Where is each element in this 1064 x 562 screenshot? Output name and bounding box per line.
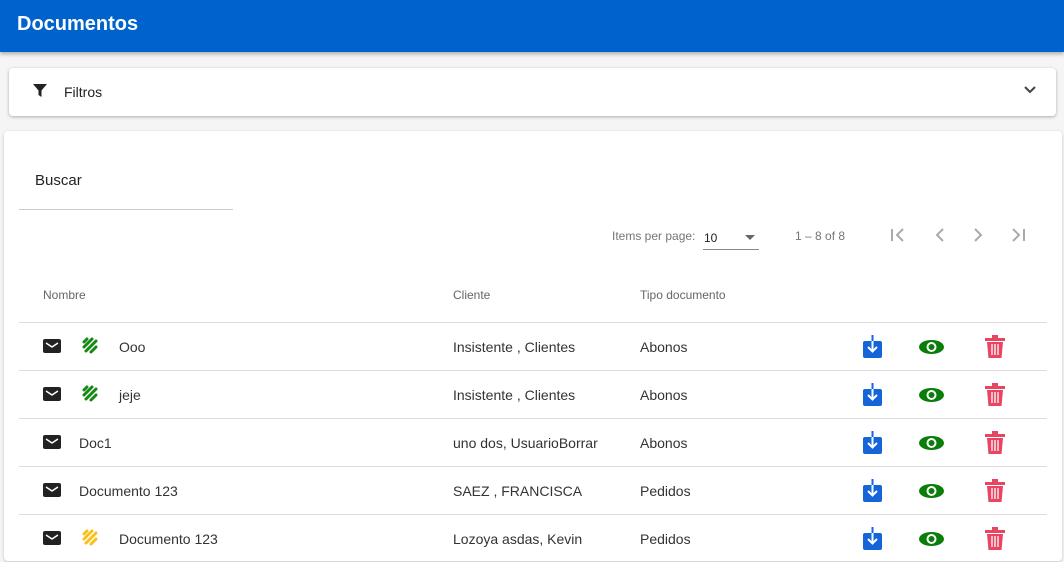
search-input[interactable]: Buscar bbox=[19, 161, 233, 210]
client-name: uno dos, UsuarioBorrar bbox=[453, 435, 598, 451]
delete-icon[interactable] bbox=[985, 335, 1005, 358]
view-icon[interactable] bbox=[919, 340, 944, 354]
filter-icon bbox=[33, 84, 47, 97]
chevron-down-icon[interactable] bbox=[1024, 86, 1036, 94]
column-header-cliente[interactable]: Cliente bbox=[453, 288, 490, 302]
client-name: Insistente , Clientes bbox=[453, 387, 576, 403]
view-icon[interactable] bbox=[919, 532, 944, 546]
client-name: Insistente , Clientes bbox=[453, 339, 576, 355]
document-type: Pedidos bbox=[640, 531, 691, 547]
delete-icon[interactable] bbox=[985, 527, 1005, 550]
client-name: SAEZ , FRANCISCA bbox=[453, 483, 583, 499]
column-header-tipo[interactable]: Tipo documento bbox=[640, 288, 726, 302]
mail-icon[interactable] bbox=[43, 531, 61, 545]
first-page-icon[interactable] bbox=[890, 227, 906, 243]
table-row: Documento 123 Lozoya asdas, Kevin Pedidos bbox=[19, 514, 1047, 562]
mail-icon[interactable] bbox=[43, 435, 61, 449]
download-icon[interactable] bbox=[863, 527, 882, 551]
filters-label: Filtros bbox=[64, 84, 103, 100]
dropdown-arrow-icon bbox=[745, 235, 755, 240]
page-size-select[interactable]: 10 bbox=[703, 225, 759, 250]
signature-icon[interactable] bbox=[81, 384, 99, 404]
view-icon[interactable] bbox=[919, 388, 944, 402]
page-title: Documentos bbox=[17, 13, 139, 35]
download-icon[interactable] bbox=[863, 479, 882, 503]
view-icon[interactable] bbox=[919, 436, 944, 450]
delete-icon[interactable] bbox=[985, 383, 1005, 406]
next-page-icon[interactable] bbox=[970, 227, 986, 243]
column-header-nombre[interactable]: Nombre bbox=[43, 288, 86, 302]
items-per-page-label: Items per page: bbox=[612, 229, 696, 243]
mail-icon[interactable] bbox=[43, 483, 61, 497]
delete-icon[interactable] bbox=[985, 479, 1005, 502]
view-icon[interactable] bbox=[919, 484, 944, 498]
table-row: Ooo Insistente , Clientes Abonos bbox=[19, 322, 1047, 370]
table-row: jeje Insistente , Clientes Abonos bbox=[19, 370, 1047, 418]
table-row: Documento 123 SAEZ , FRANCISCA Pedidos bbox=[19, 466, 1047, 514]
range-label: 1 – 8 of 8 bbox=[795, 229, 846, 243]
delete-icon[interactable] bbox=[985, 431, 1005, 454]
document-type: Abonos bbox=[640, 435, 688, 451]
document-name: Doc1 bbox=[79, 435, 112, 451]
signature-icon[interactable] bbox=[81, 336, 99, 356]
last-page-icon[interactable] bbox=[1010, 227, 1026, 243]
previous-page-icon[interactable] bbox=[932, 227, 948, 243]
download-icon[interactable] bbox=[863, 431, 882, 455]
document-type: Abonos bbox=[640, 387, 688, 403]
document-type: Pedidos bbox=[640, 483, 691, 499]
download-icon[interactable] bbox=[863, 383, 882, 407]
filters-panel[interactable]: Filtros bbox=[9, 68, 1056, 116]
document-name: Documento 123 bbox=[79, 483, 178, 499]
mail-icon[interactable] bbox=[43, 387, 61, 401]
document-name: jeje bbox=[119, 387, 141, 403]
mail-icon[interactable] bbox=[43, 339, 61, 353]
documents-card: Buscar Items per page: 10 1 – 8 of 8 Nom… bbox=[4, 131, 1062, 561]
signature-icon[interactable] bbox=[81, 528, 99, 548]
client-name: Lozoya asdas, Kevin bbox=[453, 531, 583, 547]
download-icon[interactable] bbox=[863, 335, 882, 359]
search-placeholder: Buscar bbox=[35, 172, 82, 189]
document-type: Abonos bbox=[640, 339, 688, 355]
table-row: Doc1 uno dos, UsuarioBorrar Abonos bbox=[19, 418, 1047, 466]
page-size-value: 10 bbox=[704, 231, 718, 245]
app-header: Documentos bbox=[0, 0, 1064, 52]
document-name: Documento 123 bbox=[119, 531, 218, 547]
document-name: Ooo bbox=[119, 339, 146, 355]
